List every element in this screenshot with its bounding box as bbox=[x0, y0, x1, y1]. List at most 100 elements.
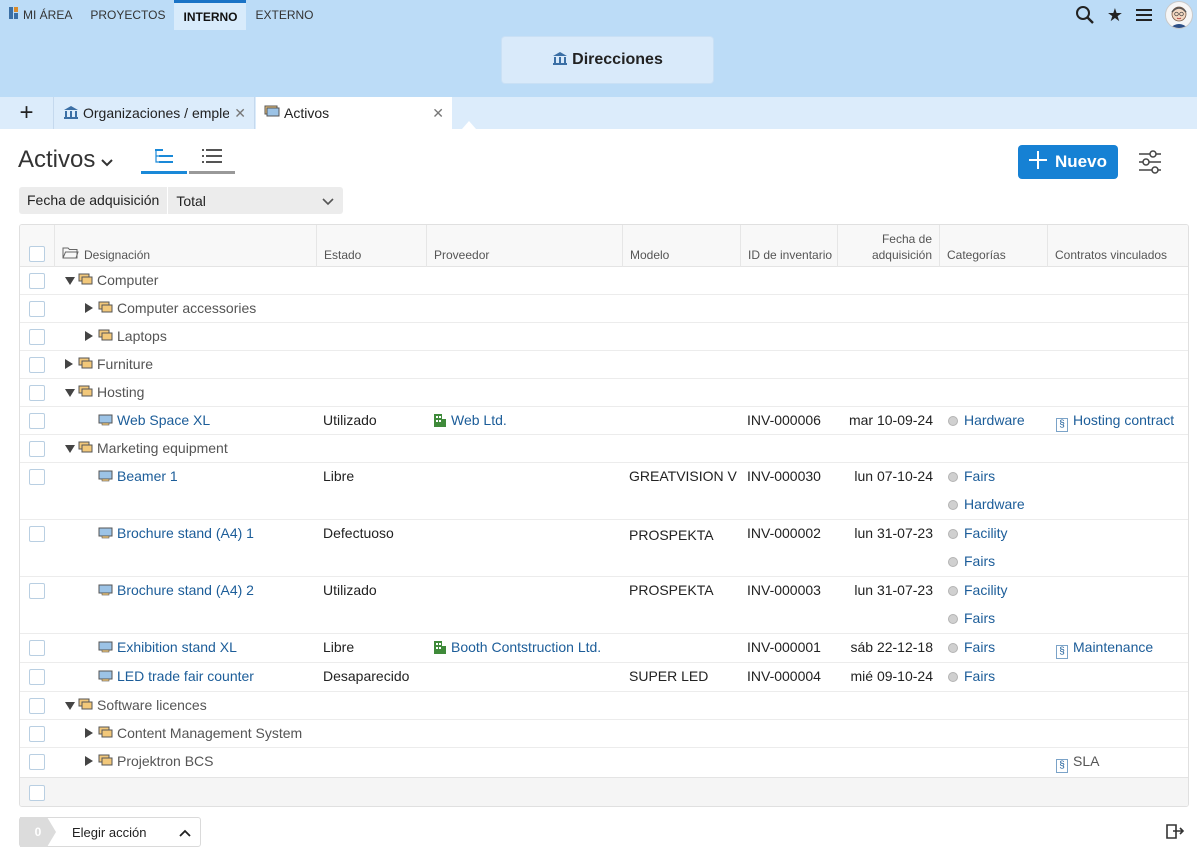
page-title[interactable]: Activos bbox=[18, 146, 114, 174]
row-checkbox[interactable] bbox=[29, 754, 45, 770]
row-checkbox[interactable] bbox=[29, 640, 45, 656]
expand-arrow-icon[interactable] bbox=[85, 756, 93, 766]
table-row[interactable]: Web Space XL Utilizado Web Ltd. INV-0000… bbox=[20, 407, 1188, 435]
row-designation[interactable]: Exhibition stand XL bbox=[117, 639, 237, 655]
row-contract[interactable]: § SLA bbox=[1056, 753, 1099, 773]
row-category[interactable]: Fairs bbox=[948, 553, 995, 569]
nav-internal[interactable]: INTERNO bbox=[174, 0, 247, 30]
new-button[interactable]: Nuevo bbox=[1018, 145, 1118, 179]
table-row[interactable]: Content Management System bbox=[20, 720, 1188, 748]
row-designation: Computer bbox=[97, 272, 159, 288]
table-row[interactable]: LED trade fair counter Desaparecido SUPE… bbox=[20, 663, 1188, 692]
close-icon[interactable]: ✕ bbox=[432, 105, 444, 122]
category-label: Facility bbox=[964, 525, 1008, 541]
new-button-label: Nuevo bbox=[1055, 152, 1107, 171]
expand-arrow-icon[interactable] bbox=[85, 331, 93, 341]
table-row[interactable]: Brochure stand (A4) 1 Defectuoso PROSPEK… bbox=[20, 520, 1188, 577]
table-row[interactable]: Brochure stand (A4) 2 Utilizado PROSPEKT… bbox=[20, 577, 1188, 634]
row-designation[interactable]: Beamer 1 bbox=[117, 468, 178, 484]
search-icon[interactable] bbox=[1075, 5, 1095, 25]
expand-arrow-icon[interactable] bbox=[65, 389, 75, 397]
row-designation[interactable]: Brochure stand (A4) 1 bbox=[117, 525, 254, 541]
column-header-contracts[interactable]: Contratos vinculados bbox=[1047, 225, 1188, 267]
row-supplier[interactable]: Booth Contstruction Ltd. bbox=[433, 639, 601, 655]
column-header-inventory-id[interactable]: ID de inventario bbox=[740, 225, 837, 267]
menu-icon[interactable] bbox=[1135, 5, 1155, 25]
row-checkbox[interactable] bbox=[29, 357, 45, 373]
table-row[interactable]: Projektron BCS § SLA bbox=[20, 748, 1188, 777]
list-view-button[interactable] bbox=[189, 144, 235, 174]
export-icon[interactable] bbox=[1164, 820, 1186, 842]
row-category[interactable]: Fairs bbox=[948, 668, 995, 684]
company-icon bbox=[433, 412, 451, 428]
table-footer bbox=[20, 777, 1188, 806]
settings-sliders-icon[interactable] bbox=[1137, 148, 1163, 176]
row-checkbox[interactable] bbox=[29, 526, 45, 542]
row-category[interactable]: Fairs bbox=[948, 610, 995, 626]
row-checkbox[interactable] bbox=[29, 385, 45, 401]
column-header-model[interactable]: Modelo bbox=[622, 225, 740, 267]
row-checkbox[interactable] bbox=[29, 301, 45, 317]
acquisition-date-filter[interactable]: Fecha de adquisición Total bbox=[19, 187, 343, 214]
nav-label: MI ÁREA bbox=[23, 8, 73, 22]
column-header-acquisition-date[interactable]: Fecha de adquisición bbox=[837, 225, 939, 267]
tab-assets[interactable]: Activos ✕ bbox=[256, 97, 452, 129]
asset-group-icon bbox=[98, 726, 113, 739]
expand-arrow-icon[interactable] bbox=[65, 277, 75, 285]
table-row[interactable]: Furniture bbox=[20, 351, 1188, 379]
row-checkbox[interactable] bbox=[29, 413, 45, 429]
nav-external[interactable]: EXTERNO bbox=[246, 0, 322, 30]
row-checkbox[interactable] bbox=[29, 669, 45, 685]
column-header-designation[interactable]: Designación bbox=[54, 225, 316, 267]
expand-arrow-icon[interactable] bbox=[65, 445, 75, 453]
expand-arrow-icon[interactable] bbox=[65, 359, 73, 369]
row-designation[interactable]: Web Space XL bbox=[117, 412, 210, 428]
tab-organizations[interactable]: Organizaciones / empleados ✕ bbox=[55, 97, 255, 129]
nav-my-area[interactable]: MI ÁREA bbox=[0, 0, 81, 30]
add-tab-button[interactable]: + bbox=[0, 97, 54, 129]
section-button-directions[interactable]: Direcciones bbox=[502, 37, 713, 83]
row-category[interactable]: Hardware bbox=[948, 412, 1025, 428]
row-category[interactable]: Fairs bbox=[948, 468, 995, 484]
column-header-supplier[interactable]: Proveedor bbox=[426, 225, 622, 267]
row-category[interactable]: Facility bbox=[948, 525, 1008, 541]
column-header-status[interactable]: Estado bbox=[316, 225, 426, 267]
avatar[interactable] bbox=[1165, 1, 1193, 29]
row-designation[interactable]: LED trade fair counter bbox=[117, 668, 254, 684]
row-contract[interactable]: § Hosting contract bbox=[1056, 412, 1174, 432]
footer-checkbox[interactable] bbox=[29, 785, 45, 801]
table-row[interactable]: Computer bbox=[20, 267, 1188, 295]
row-checkbox[interactable] bbox=[29, 726, 45, 742]
tree-view-button[interactable] bbox=[141, 144, 187, 174]
select-all-checkbox[interactable] bbox=[29, 246, 45, 262]
row-designation[interactable]: Brochure stand (A4) 2 bbox=[117, 582, 254, 598]
row-contract[interactable]: § Maintenance bbox=[1056, 639, 1153, 659]
expand-arrow-icon[interactable] bbox=[65, 702, 75, 710]
expand-arrow-icon[interactable] bbox=[85, 728, 93, 738]
table-row[interactable]: Laptops bbox=[20, 323, 1188, 351]
table-row[interactable]: Hosting bbox=[20, 379, 1188, 407]
row-category[interactable]: Hardware bbox=[948, 496, 1025, 512]
table-row[interactable]: Marketing equipment bbox=[20, 435, 1188, 463]
row-category[interactable]: Fairs bbox=[948, 639, 995, 655]
row-checkbox[interactable] bbox=[29, 583, 45, 599]
table-row[interactable]: Software licences bbox=[20, 692, 1188, 720]
row-supplier[interactable]: Web Ltd. bbox=[433, 412, 507, 428]
star-icon[interactable]: ★ bbox=[1105, 5, 1125, 25]
close-icon[interactable]: ✕ bbox=[234, 105, 246, 122]
table-row[interactable]: Exhibition stand XL Libre Booth Contstru… bbox=[20, 634, 1188, 663]
column-header-categories[interactable]: Categorías bbox=[939, 225, 1047, 267]
table-row[interactable]: Beamer 1 Libre GREATVISION V INV-000030 … bbox=[20, 463, 1188, 520]
nav-projects[interactable]: PROYECTOS bbox=[81, 0, 174, 30]
row-checkbox[interactable] bbox=[29, 469, 45, 485]
row-category[interactable]: Facility bbox=[948, 582, 1008, 598]
row-checkbox[interactable] bbox=[29, 698, 45, 714]
expand-arrow-icon[interactable] bbox=[85, 303, 93, 313]
row-checkbox[interactable] bbox=[29, 441, 45, 457]
table-row[interactable]: Computer accessories bbox=[20, 295, 1188, 323]
list-view-icon bbox=[202, 148, 222, 167]
contract-icon: § bbox=[1056, 418, 1068, 432]
row-checkbox[interactable] bbox=[29, 329, 45, 345]
row-checkbox[interactable] bbox=[29, 273, 45, 289]
bulk-action-selector[interactable]: 0 Elegir acción bbox=[19, 817, 201, 847]
